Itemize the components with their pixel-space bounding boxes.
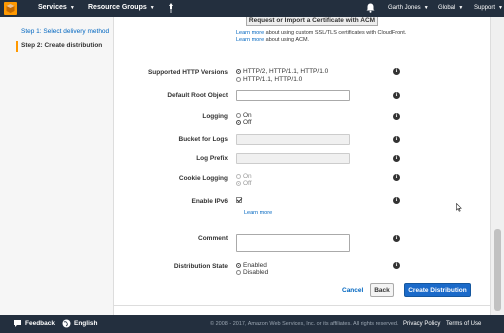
acm-note-ssl: Learn more about using custom SSL/TLS ce… xyxy=(236,30,406,36)
bell-icon[interactable] xyxy=(366,3,375,13)
info-icon[interactable]: i xyxy=(393,68,400,75)
support-menu[interactable]: Support ▼ xyxy=(474,5,503,11)
user-menu[interactable]: Garth Jones ▼ xyxy=(388,5,429,11)
top-nav-bar: Services ▼ Resource Groups ▼ Garth Jones ▼ … xyxy=(0,0,504,17)
support-label: Support xyxy=(474,5,496,11)
terms-of-use-link[interactable]: Terms of Use xyxy=(446,321,481,327)
cookie-logging-option-on[interactable]: On xyxy=(236,173,252,180)
logging-option-off[interactable]: Off xyxy=(236,119,252,126)
log-prefix-label: Log Prefix xyxy=(196,155,228,162)
resource-groups-menu[interactable]: Resource Groups ▼ xyxy=(88,4,155,11)
cookie-logging-on-label: On xyxy=(243,173,252,180)
http-versions-option-1[interactable]: HTTP/2, HTTP/1.1, HTTP/1.0 xyxy=(236,68,328,75)
scrollbar-thumb[interactable] xyxy=(494,229,501,311)
feedback-icon xyxy=(14,320,21,327)
services-menu[interactable]: Services ▼ xyxy=(38,4,75,11)
ipv6-checkbox[interactable] xyxy=(236,197,242,203)
chevron-down-icon: ▼ xyxy=(458,5,464,11)
distribution-state-label: Distribution State xyxy=(173,263,228,270)
radio-selected[interactable] xyxy=(236,120,241,125)
ipv6-label: Enable IPv6 xyxy=(191,198,229,205)
user-name: Garth Jones xyxy=(388,5,421,11)
privacy-policy-link[interactable]: Privacy Policy xyxy=(403,321,440,327)
step-2-current: Step 2: Create distribution xyxy=(21,42,103,49)
resource-groups-label: Resource Groups xyxy=(88,4,147,11)
acm-note-acm-text: about using ACM. xyxy=(264,37,310,43)
back-button[interactable]: Back xyxy=(370,283,394,297)
globe-icon xyxy=(62,319,71,328)
radio-selected[interactable] xyxy=(236,263,241,268)
pin-icon[interactable] xyxy=(166,3,176,13)
info-icon[interactable]: i xyxy=(393,155,400,162)
acm-note-acm: Learn more about using ACM. xyxy=(236,37,309,43)
state-enabled-label: Enabled xyxy=(243,262,267,269)
http-versions-option-2-label: HTTP/1.1, HTTP/1.0 xyxy=(243,76,303,83)
bucket-logs-label: Bucket for Logs xyxy=(178,136,228,143)
comment-textarea[interactable] xyxy=(236,234,350,252)
mouse-cursor-icon xyxy=(456,203,462,212)
state-option-disabled[interactable]: Disabled xyxy=(236,269,268,276)
feedback-link[interactable]: Feedback xyxy=(25,320,55,327)
request-certificate-button[interactable]: Request or Import a Certificate with ACM xyxy=(246,17,378,26)
cookie-logging-option-off[interactable]: Off xyxy=(236,180,252,187)
radio-unselected[interactable] xyxy=(236,270,241,275)
http-versions-option-1-label: HTTP/2, HTTP/1.1, HTTP/1.0 xyxy=(243,68,329,75)
default-root-label: Default Root Object xyxy=(167,92,228,99)
state-option-enabled[interactable]: Enabled xyxy=(236,262,267,269)
info-icon[interactable]: i xyxy=(393,262,400,269)
language-selector[interactable]: English xyxy=(74,320,97,327)
bucket-logs-input[interactable] xyxy=(236,134,350,145)
radio-unselected[interactable] xyxy=(236,174,241,179)
default-root-input[interactable] xyxy=(236,90,350,101)
state-disabled-label: Disabled xyxy=(243,269,269,276)
step-1-link[interactable]: Step 1: Select delivery method xyxy=(21,28,109,35)
learn-more-acm-link[interactable]: Learn more xyxy=(236,37,264,43)
cookie-logging-off-label: Off xyxy=(243,180,252,187)
http-versions-label: Supported HTTP Versions xyxy=(147,69,228,76)
logging-option-on[interactable]: On xyxy=(236,112,252,119)
info-icon[interactable]: i xyxy=(393,174,400,181)
aws-cube-logo-icon[interactable] xyxy=(4,2,17,15)
region-menu[interactable]: Global ▼ xyxy=(438,5,463,11)
current-step-marker xyxy=(16,41,18,52)
page-scrollbar[interactable] xyxy=(490,17,504,315)
ipv6-learn-more-link[interactable]: Learn more xyxy=(244,210,272,216)
radio-unselected[interactable] xyxy=(236,77,241,82)
ipv6-checkbox-wrap xyxy=(236,197,242,205)
info-icon[interactable]: i xyxy=(393,92,400,99)
cancel-button[interactable]: Cancel xyxy=(342,287,363,294)
logging-off-label: Off xyxy=(243,119,252,126)
learn-more-ssl-link[interactable]: Learn more xyxy=(236,30,264,36)
chevron-down-icon: ▼ xyxy=(423,5,429,11)
radio-selected[interactable] xyxy=(236,69,241,74)
chevron-down-icon: ▼ xyxy=(149,5,155,11)
radio-selected[interactable] xyxy=(236,181,241,186)
cookie-logging-label: Cookie Logging xyxy=(178,175,228,182)
region-label: Global xyxy=(438,5,456,11)
http-versions-option-2[interactable]: HTTP/1.1, HTTP/1.0 xyxy=(236,76,302,83)
copyright-text: © 2008 - 2017, Amazon Web Services, Inc.… xyxy=(210,321,399,327)
comment-label: Comment xyxy=(198,235,228,242)
wizard-sidebar: Step 1: Select delivery method Step 2: C… xyxy=(0,17,114,315)
console-footer: Feedback English © 2008 - 2017, Amazon W… xyxy=(0,315,504,333)
info-icon[interactable]: i xyxy=(393,113,400,120)
logging-on-label: On xyxy=(243,112,252,119)
info-icon[interactable]: i xyxy=(393,235,400,242)
info-icon[interactable]: i xyxy=(393,136,400,143)
log-prefix-input[interactable] xyxy=(236,153,350,164)
logging-label: Logging xyxy=(202,113,228,120)
chevron-down-icon: ▼ xyxy=(498,5,503,11)
acm-note-ssl-text: about using custom SSL/TLS certificates … xyxy=(264,30,407,36)
create-distribution-button[interactable]: Create Distribution xyxy=(404,283,471,297)
info-icon[interactable]: i xyxy=(393,197,400,204)
divider xyxy=(114,305,490,306)
chevron-down-icon: ▼ xyxy=(69,5,75,11)
radio-unselected[interactable] xyxy=(236,113,241,118)
create-distribution-form: Request or Import a Certificate with ACM… xyxy=(114,17,490,315)
services-label: Services xyxy=(38,4,67,11)
